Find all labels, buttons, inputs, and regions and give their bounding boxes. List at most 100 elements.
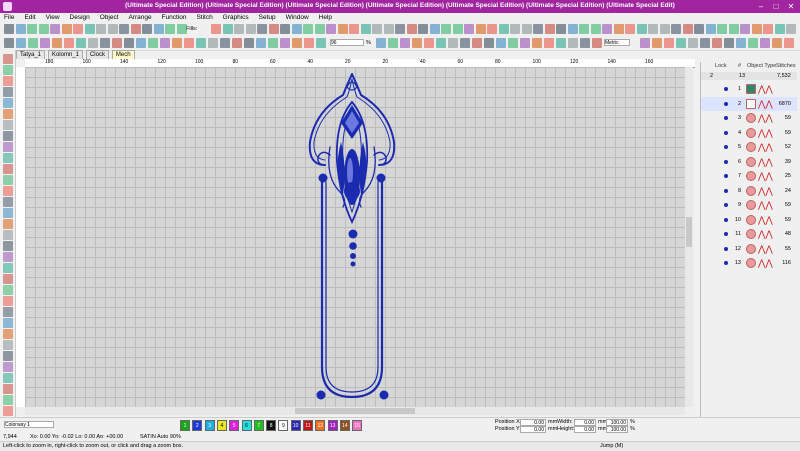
tool-icon[interactable] bbox=[3, 318, 13, 328]
toolbar-icon[interactable] bbox=[176, 24, 187, 34]
toolbar-icon[interactable] bbox=[222, 24, 233, 34]
color-swatch[interactable]: 14 bbox=[339, 420, 350, 431]
toolbar-icon[interactable] bbox=[107, 24, 118, 34]
toolbar-icon[interactable] bbox=[232, 38, 242, 48]
toolbar-icon[interactable] bbox=[648, 24, 658, 34]
tool-icon[interactable] bbox=[3, 76, 13, 86]
toolbar-icon[interactable] bbox=[671, 24, 681, 34]
object-row[interactable]: 11 ⋀⋀ 48 bbox=[701, 227, 797, 241]
visibility-dot-icon[interactable] bbox=[724, 145, 728, 149]
toolbar-icon[interactable] bbox=[376, 38, 386, 48]
tool-icon[interactable] bbox=[3, 131, 13, 141]
color-swatch[interactable]: 6 bbox=[241, 420, 252, 431]
tool-icon[interactable] bbox=[3, 98, 13, 108]
tab-mech[interactable]: Mech bbox=[111, 50, 135, 59]
toolbar-icon[interactable] bbox=[349, 24, 359, 34]
visibility-dot-icon[interactable] bbox=[724, 116, 728, 120]
toolbar-icon[interactable] bbox=[4, 38, 14, 48]
tool-icon[interactable] bbox=[3, 219, 13, 229]
position-y-field[interactable]: 0.00 bbox=[520, 426, 546, 433]
toolbar-icon[interactable] bbox=[613, 24, 624, 34]
toolbar-icon[interactable] bbox=[772, 38, 782, 48]
position-x-field[interactable]: 0.00 bbox=[520, 419, 546, 426]
toolbar-icon[interactable] bbox=[498, 24, 509, 34]
toolbar-icon[interactable] bbox=[124, 38, 134, 48]
visibility-dot-icon[interactable] bbox=[724, 232, 728, 236]
toolbar-icon[interactable] bbox=[418, 24, 428, 34]
toolbar-icon[interactable] bbox=[15, 24, 26, 34]
toolbar-icon[interactable] bbox=[64, 38, 74, 48]
tool-icon[interactable] bbox=[3, 384, 13, 394]
toolbar-icon[interactable] bbox=[400, 38, 410, 48]
horizontal-scrollbar[interactable] bbox=[25, 407, 685, 415]
toolbar-icon[interactable] bbox=[27, 24, 37, 34]
toolbar-icon[interactable] bbox=[728, 24, 739, 34]
colorway-dropdown[interactable]: Colorway 1 bbox=[4, 421, 54, 428]
toolbar-icon[interactable] bbox=[567, 24, 578, 34]
toolbar-icon[interactable] bbox=[112, 38, 122, 48]
tool-icon[interactable] bbox=[3, 252, 13, 262]
toolbar-icon[interactable] bbox=[4, 24, 14, 34]
color-swatch[interactable]: 8 bbox=[266, 420, 277, 431]
tool-icon[interactable] bbox=[3, 197, 13, 207]
tool-icon[interactable] bbox=[3, 54, 13, 64]
object-row[interactable]: 8 ⋀⋀ 24 bbox=[701, 184, 797, 198]
tool-icon[interactable] bbox=[3, 362, 13, 372]
toolbar-icon[interactable] bbox=[448, 38, 458, 48]
color-swatch[interactable]: 10 bbox=[290, 420, 301, 431]
toolbar-icon[interactable] bbox=[61, 24, 72, 34]
toolbar-icon[interactable] bbox=[234, 24, 244, 34]
toolbar-icon[interactable] bbox=[153, 24, 164, 34]
object-row[interactable]: 9 ⋀⋀ 59 bbox=[701, 198, 797, 212]
close-button[interactable]: ✕ bbox=[784, 1, 798, 12]
toolbar-icon[interactable] bbox=[16, 38, 26, 48]
visibility-dot-icon[interactable] bbox=[724, 101, 728, 106]
toolbar-icon[interactable] bbox=[244, 38, 254, 48]
toolbar-icon[interactable] bbox=[590, 24, 601, 34]
horizontal-scroll-thumb[interactable] bbox=[295, 408, 415, 414]
toolbar-icon[interactable] bbox=[740, 24, 750, 34]
menu-file[interactable]: File bbox=[0, 13, 18, 23]
tool-icon[interactable] bbox=[3, 406, 13, 416]
toolbar-icon[interactable] bbox=[460, 38, 470, 48]
visibility-dot-icon[interactable] bbox=[724, 217, 728, 222]
tool-icon[interactable] bbox=[3, 109, 13, 119]
toolbar-icon[interactable] bbox=[694, 24, 704, 34]
tool-icon[interactable] bbox=[3, 285, 13, 295]
toolbar-icon[interactable] bbox=[28, 38, 38, 48]
toolbar-icon[interactable] bbox=[602, 24, 612, 34]
header-stitches[interactable]: Stitches bbox=[776, 63, 796, 69]
toolbar-icon[interactable] bbox=[38, 24, 49, 34]
toolbar-icon[interactable] bbox=[184, 38, 194, 48]
toolbar-icon[interactable] bbox=[429, 24, 440, 34]
toolbar-icon[interactable] bbox=[464, 24, 474, 34]
toolbar-icon[interactable] bbox=[472, 38, 482, 48]
object-row[interactable]: 5 ⋀⋀ 52 bbox=[701, 140, 797, 154]
toolbar-icon[interactable] bbox=[100, 38, 110, 48]
menu-graphics[interactable]: Graphics bbox=[219, 13, 253, 23]
menu-object[interactable]: Object bbox=[96, 13, 123, 23]
tool-icon[interactable] bbox=[3, 340, 13, 350]
toolbar-icon[interactable] bbox=[441, 24, 451, 34]
toolbar-icon[interactable] bbox=[688, 38, 698, 48]
toolbar-icon[interactable] bbox=[280, 38, 290, 48]
menu-view[interactable]: View bbox=[42, 13, 64, 23]
color-swatch[interactable]: 3 bbox=[204, 420, 215, 431]
object-row[interactable]: 6 ⋀⋀ 39 bbox=[701, 155, 797, 169]
object-row[interactable]: 10 ⋀⋀ 59 bbox=[701, 213, 797, 227]
tool-icon[interactable] bbox=[3, 263, 13, 273]
menu-edit[interactable]: Edit bbox=[20, 13, 39, 23]
toolbar-icon[interactable] bbox=[700, 38, 710, 48]
toolbar-icon[interactable] bbox=[256, 38, 266, 48]
toolbar-icon[interactable] bbox=[579, 24, 589, 34]
tool-icon[interactable] bbox=[3, 175, 13, 185]
toolbar-icon[interactable] bbox=[148, 38, 158, 48]
toolbar-icon[interactable] bbox=[487, 24, 497, 34]
toolbar-icon[interactable] bbox=[76, 38, 86, 48]
menu-function[interactable]: Function bbox=[158, 13, 191, 23]
toolbar-icon[interactable] bbox=[652, 38, 662, 48]
toolbar-icon[interactable] bbox=[544, 24, 555, 34]
toolbar-icon[interactable] bbox=[316, 38, 326, 48]
tool-icon[interactable] bbox=[3, 373, 13, 383]
toolbar-icon[interactable] bbox=[659, 24, 670, 34]
